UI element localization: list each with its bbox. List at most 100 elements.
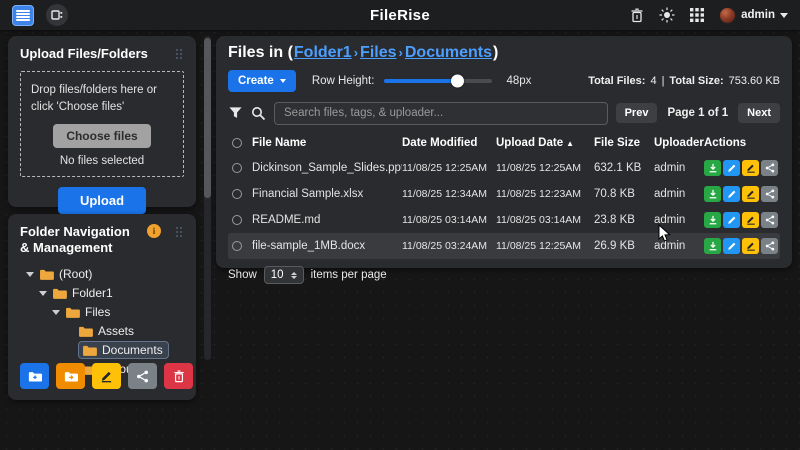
caret-down-icon[interactable]: [52, 310, 60, 315]
upload-button[interactable]: Upload: [58, 187, 146, 214]
slider-thumb[interactable]: [451, 75, 464, 88]
tree-item-files[interactable]: Files: [20, 303, 184, 322]
caret-down-icon[interactable]: [39, 291, 47, 296]
breadcrumb-documents[interactable]: Documents: [405, 44, 492, 62]
choose-files-button[interactable]: Choose files: [53, 124, 150, 148]
col-file-name[interactable]: File Name: [252, 137, 402, 149]
row-height-value: 48px: [506, 75, 531, 87]
move-folder-button[interactable]: [56, 363, 85, 389]
scrollbar-thumb[interactable]: [204, 38, 211, 198]
edit-button[interactable]: [723, 186, 740, 202]
select-checkbox[interactable]: [232, 215, 242, 225]
file-dropzone[interactable]: Drop files/folders here or click 'Choose…: [20, 71, 184, 176]
filter-funnel-icon[interactable]: [228, 106, 243, 120]
select-checkbox[interactable]: [232, 163, 242, 173]
col-uploader[interactable]: Uploader: [654, 137, 704, 149]
file-name[interactable]: README.md: [252, 214, 402, 226]
create-button[interactable]: Create: [228, 70, 296, 92]
share-folder-button[interactable]: [128, 363, 157, 389]
col-file-size[interactable]: File Size: [594, 137, 654, 149]
rename-button[interactable]: [742, 186, 759, 202]
drag-handle-icon[interactable]: [174, 226, 184, 238]
row-height-label: Row Height:: [312, 75, 375, 87]
table-row[interactable]: Financial Sample.xlsx 11/08/25 12:34AM 1…: [228, 181, 780, 207]
rename-button[interactable]: [742, 212, 759, 228]
pencil-icon: [100, 370, 113, 383]
file-name[interactable]: Financial Sample.xlsx: [252, 188, 402, 200]
select-checkbox[interactable]: [232, 189, 242, 199]
file-name[interactable]: Dickinson_Sample_Slides.pptx: [252, 162, 402, 174]
row-height-slider[interactable]: [384, 79, 492, 83]
no-files-text: No files selected: [29, 155, 175, 167]
items-per-page-select[interactable]: 10: [264, 266, 304, 284]
theme-toggle-sun-icon[interactable]: [659, 7, 675, 23]
folder-move-icon: [64, 370, 78, 382]
tree-item-documents-selected[interactable]: Documents: [20, 341, 184, 360]
prev-page-button[interactable]: Prev: [616, 103, 658, 123]
upload-date: 11/08/25 12:23AM: [496, 188, 594, 200]
rename-button[interactable]: [742, 160, 759, 176]
select-all-checkbox[interactable]: [232, 138, 242, 148]
drag-handle-icon[interactable]: [174, 48, 184, 60]
share-button[interactable]: [761, 212, 778, 228]
download-button[interactable]: [704, 186, 721, 202]
share-icon: [765, 189, 775, 199]
film-icon: [51, 9, 63, 21]
tree-item-assets[interactable]: Assets: [20, 322, 184, 341]
uploader: admin: [654, 188, 704, 200]
table-row-hovered[interactable]: file-sample_1MB.docx 11/08/25 03:24AM 11…: [228, 233, 780, 259]
create-folder-button[interactable]: [20, 363, 49, 389]
uploader: admin: [654, 240, 704, 252]
breadcrumb-files[interactable]: Files: [360, 44, 396, 62]
rename-folder-button[interactable]: [92, 363, 121, 389]
folder-icon: [65, 306, 80, 318]
delete-folder-button[interactable]: [164, 363, 193, 389]
marker-icon: [746, 163, 756, 173]
edit-button[interactable]: [723, 238, 740, 254]
share-button[interactable]: [761, 160, 778, 176]
select-checkbox[interactable]: [232, 241, 242, 251]
download-icon: [708, 163, 718, 173]
table-header-row: File Name Date Modified Upload Date▲ Fil…: [228, 131, 780, 155]
file-name[interactable]: file-sample_1MB.docx: [252, 240, 402, 252]
edit-button[interactable]: [723, 212, 740, 228]
col-date-modified[interactable]: Date Modified: [402, 137, 496, 149]
folder-icon: [39, 268, 54, 280]
date-modified: 11/08/25 12:25AM: [402, 162, 496, 174]
main-scrollbar[interactable]: [204, 36, 211, 360]
info-icon[interactable]: [147, 224, 161, 238]
trash-icon[interactable]: [630, 8, 644, 23]
file-size: 26.9 KB: [594, 240, 654, 252]
tree-item-root[interactable]: (Root): [20, 265, 184, 284]
show-label: Show: [228, 269, 257, 281]
search-icon[interactable]: [251, 106, 266, 121]
col-upload-date[interactable]: Upload Date▲: [496, 137, 594, 149]
upload-date: 11/08/25 03:14AM: [496, 214, 594, 226]
dropzone-hint: Drop files/folders here or click 'Choose…: [29, 82, 175, 115]
apps-grid-icon[interactable]: [690, 8, 704, 22]
rename-button[interactable]: [742, 238, 759, 254]
pencil-icon: [727, 215, 737, 225]
download-button[interactable]: [704, 160, 721, 176]
media-view-button[interactable]: [46, 4, 68, 26]
search-input[interactable]: [274, 102, 608, 125]
edit-button[interactable]: [723, 160, 740, 176]
table-row[interactable]: README.md 11/08/25 03:14AM 11/08/25 03:1…: [228, 207, 780, 233]
folder-plus-icon: [28, 370, 42, 382]
chevron-down-icon: [280, 79, 286, 83]
app-title: FileRise: [370, 7, 430, 24]
date-modified: 11/08/25 12:34AM: [402, 188, 496, 200]
filerise-logo-icon[interactable]: [12, 5, 34, 26]
breadcrumb-folder1[interactable]: Folder1: [294, 44, 352, 62]
trash-icon: [173, 370, 185, 383]
col-actions: Actions: [704, 137, 780, 149]
download-button[interactable]: [704, 212, 721, 228]
share-button[interactable]: [761, 238, 778, 254]
table-row[interactable]: Dickinson_Sample_Slides.pptx 11/08/25 12…: [228, 155, 780, 181]
next-page-button[interactable]: Next: [738, 103, 780, 123]
tree-item-folder1[interactable]: Folder1: [20, 284, 184, 303]
share-button[interactable]: [761, 186, 778, 202]
caret-down-icon[interactable]: [26, 272, 34, 277]
download-button[interactable]: [704, 238, 721, 254]
user-menu[interactable]: admin: [719, 7, 788, 24]
